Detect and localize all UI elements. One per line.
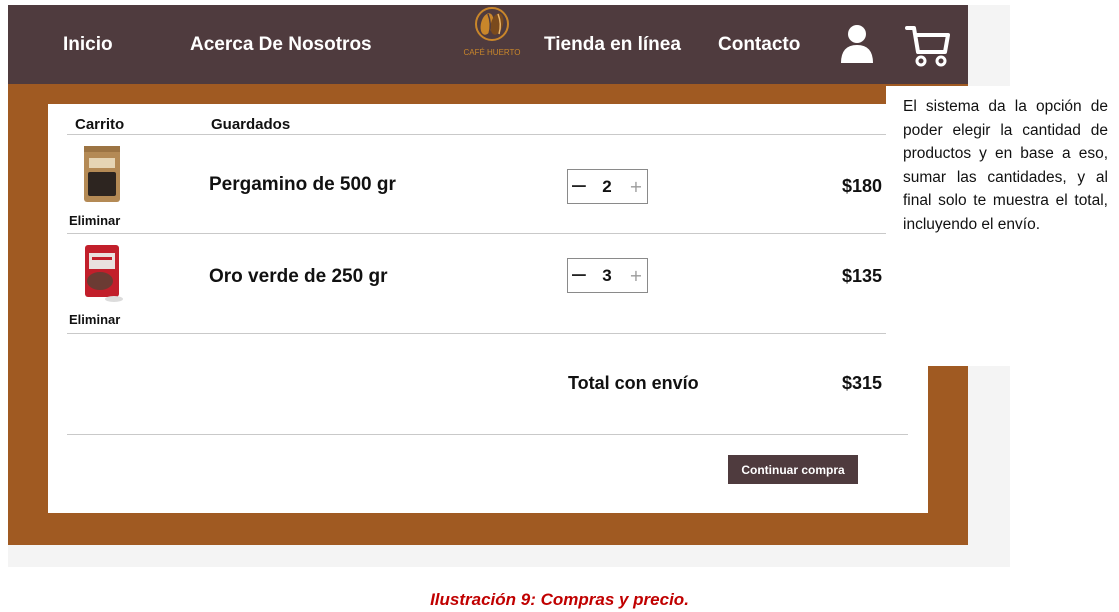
cafe-huerto-logo[interactable]: CAFÉ HUERTO [452, 4, 532, 62]
annotation-note: El sistema da la opción de poder elegir … [886, 86, 1109, 366]
nav-item-contacto[interactable]: Contacto [718, 34, 800, 56]
row-divider [67, 233, 908, 234]
remove-item-button[interactable]: Eliminar [69, 312, 120, 327]
quantity-stepper: − 3 + [567, 258, 648, 293]
quantity-value: 3 [602, 266, 612, 285]
product-name: Pergamino de 500 gr [209, 174, 396, 195]
product-name: Oro verde de 250 gr [209, 266, 388, 287]
decrease-quantity-button[interactable]: − [568, 259, 590, 292]
user-icon[interactable] [838, 23, 876, 65]
nav-item-inicio[interactable]: Inicio [63, 34, 113, 56]
decrease-quantity-button[interactable]: − [568, 170, 590, 203]
quantity-stepper: − 2 + [567, 169, 648, 204]
coffee-bean-logo-icon [475, 7, 509, 41]
increase-quantity-button[interactable]: + [625, 170, 647, 203]
total-value: $315 [841, 373, 882, 393]
total-label: Total con envío [568, 373, 699, 393]
remove-item-button[interactable]: Eliminar [69, 213, 120, 228]
nav-item-tienda[interactable]: Tienda en línea [544, 34, 681, 56]
item-price: $180 [841, 176, 882, 196]
tab-carrito[interactable]: Carrito [75, 116, 124, 133]
item-price: $135 [841, 266, 882, 286]
continue-purchase-button[interactable]: Continuar compra [728, 455, 858, 484]
quantity-value: 2 [602, 177, 612, 196]
row-divider [67, 333, 908, 334]
total-divider [67, 434, 908, 435]
header-divider [67, 134, 908, 135]
cart-icon[interactable] [904, 22, 952, 68]
annotation-text: El sistema da la opción de poder elegir … [903, 98, 1108, 233]
logo-text: CAFÉ HUERTO [463, 48, 521, 57]
nav-item-acerca[interactable]: Acerca De Nosotros [190, 34, 372, 56]
tab-guardados[interactable]: Guardados [211, 116, 290, 133]
cart-panel [48, 104, 928, 513]
increase-quantity-button[interactable]: + [625, 259, 647, 292]
product-image-pergamino [84, 146, 120, 202]
product-image-oro-verde [85, 245, 123, 302]
figure-caption: Ilustración 9: Compras y precio. [430, 590, 689, 609]
